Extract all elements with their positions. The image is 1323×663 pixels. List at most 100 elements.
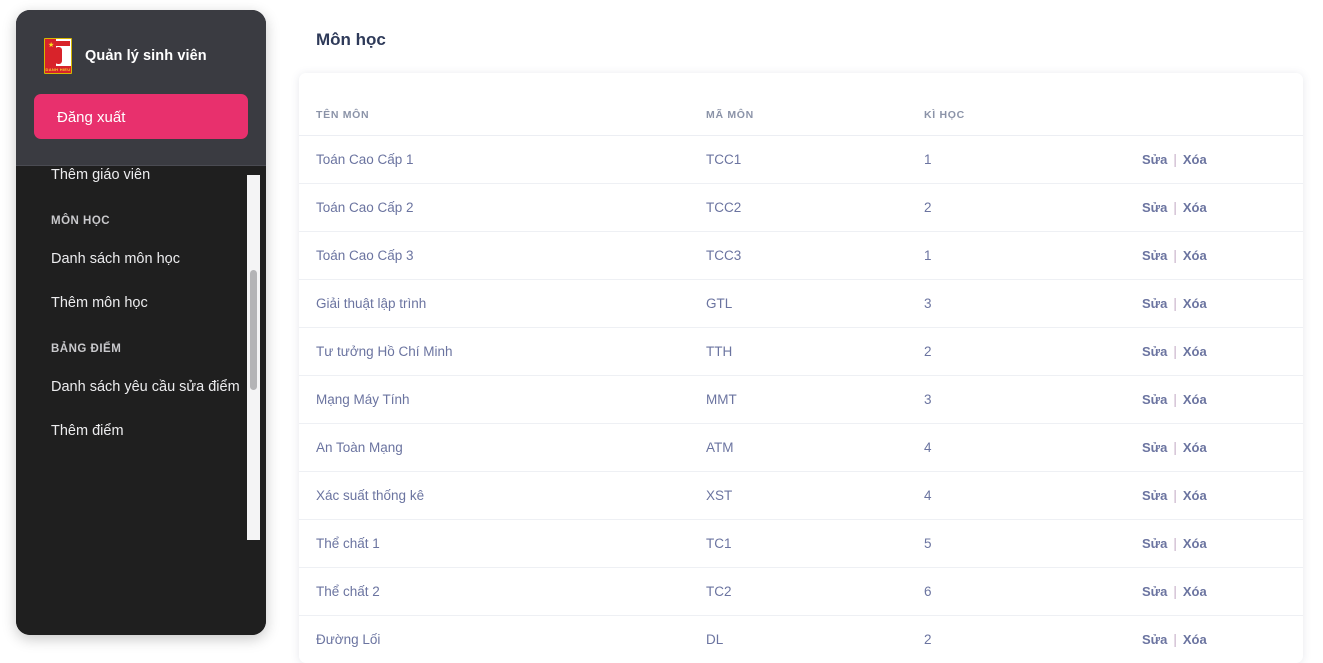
table-header-row: TÊN MÔN MÃ MÔN KÌ HỌC	[299, 73, 1303, 136]
cell-code: TCC3	[706, 232, 924, 280]
table-row: Toán Cao Cấp 1TCC11Sửa|Xóa	[299, 136, 1303, 184]
cell-actions: Sửa|Xóa	[1122, 280, 1303, 328]
sidebar-nav-scroll-area[interactable]: Danh sách giáo viên Thêm giáo viên MÔN H…	[16, 166, 266, 635]
cell-name: Thể chất 2	[299, 568, 706, 616]
edit-link[interactable]: Sửa	[1142, 200, 1167, 215]
delete-link[interactable]: Xóa	[1183, 248, 1207, 263]
cell-code: TCC2	[706, 184, 924, 232]
vietnam-flag-emblem-icon: ★ DANH HIEU	[44, 38, 72, 74]
table-row: Thể chất 1TC15Sửa|Xóa	[299, 520, 1303, 568]
cell-code: DL	[706, 616, 924, 663]
cell-code: XST	[706, 472, 924, 520]
column-header-actions	[1122, 73, 1303, 136]
sidebar-item-grade-requests[interactable]: Danh sách yêu cầu sửa điểm	[16, 365, 244, 409]
cell-actions: Sửa|Xóa	[1122, 568, 1303, 616]
sidebar-item-add-teacher[interactable]: Thêm giáo viên	[16, 166, 244, 197]
table-row: Thể chất 2TC26Sửa|Xóa	[299, 568, 1303, 616]
cell-name: Thể chất 1	[299, 520, 706, 568]
action-separator: |	[1167, 440, 1183, 455]
cell-name: Toán Cao Cấp 3	[299, 232, 706, 280]
cell-name: Đường Lối	[299, 616, 706, 663]
action-separator: |	[1167, 536, 1183, 551]
cell-name: An Toàn Mạng	[299, 424, 706, 472]
edit-link[interactable]: Sửa	[1142, 392, 1167, 407]
edit-link[interactable]: Sửa	[1142, 440, 1167, 455]
action-separator: |	[1167, 344, 1183, 359]
cell-actions: Sửa|Xóa	[1122, 184, 1303, 232]
sidebar-scrollbar-thumb[interactable]	[250, 270, 257, 390]
cell-actions: Sửa|Xóa	[1122, 472, 1303, 520]
action-separator: |	[1167, 632, 1183, 647]
sidebar-header: ★ DANH HIEU Quản lý sinh viên Đăng xuất	[16, 10, 266, 166]
edit-link[interactable]: Sửa	[1142, 344, 1167, 359]
cell-name: Xác suất thống kê	[299, 472, 706, 520]
delete-link[interactable]: Xóa	[1183, 152, 1207, 167]
delete-link[interactable]: Xóa	[1183, 200, 1207, 215]
table-head: TÊN MÔN MÃ MÔN KÌ HỌC	[299, 73, 1303, 136]
edit-link[interactable]: Sửa	[1142, 584, 1167, 599]
cell-code: MMT	[706, 376, 924, 424]
delete-link[interactable]: Xóa	[1183, 488, 1207, 503]
sidebar-item-add-grade[interactable]: Thêm điểm	[16, 409, 244, 453]
subjects-table-card: TÊN MÔN MÃ MÔN KÌ HỌC Toán Cao Cấp 1TCC1…	[299, 73, 1303, 663]
action-separator: |	[1167, 488, 1183, 503]
cell-actions: Sửa|Xóa	[1122, 376, 1303, 424]
cell-name: Tư tưởng Hồ Chí Minh	[299, 328, 706, 376]
delete-link[interactable]: Xóa	[1183, 536, 1207, 551]
sidebar-item-add-subject[interactable]: Thêm môn học	[16, 281, 244, 325]
delete-link[interactable]: Xóa	[1183, 440, 1207, 455]
delete-link[interactable]: Xóa	[1183, 392, 1207, 407]
table-row: Toán Cao Cấp 2TCC22Sửa|Xóa	[299, 184, 1303, 232]
table-row: An Toàn MạngATM4Sửa|Xóa	[299, 424, 1303, 472]
cell-code: TCC1	[706, 136, 924, 184]
cell-name: Toán Cao Cấp 1	[299, 136, 706, 184]
action-separator: |	[1167, 392, 1183, 407]
edit-link[interactable]: Sửa	[1142, 296, 1167, 311]
cell-name: Giải thuật lập trình	[299, 280, 706, 328]
action-separator: |	[1167, 152, 1183, 167]
brand-title: Quản lý sinh viên	[85, 48, 207, 64]
cell-term: 2	[924, 184, 1122, 232]
sidebar-scrollbar-track[interactable]	[247, 175, 260, 540]
column-header-name: TÊN MÔN	[299, 73, 706, 136]
cell-actions: Sửa|Xóa	[1122, 232, 1303, 280]
table-row: Toán Cao Cấp 3TCC31Sửa|Xóa	[299, 232, 1303, 280]
sidebar: ★ DANH HIEU Quản lý sinh viên Đăng xuất …	[16, 10, 266, 635]
edit-link[interactable]: Sửa	[1142, 152, 1167, 167]
main-content: Môn học TÊN MÔN MÃ MÔN KÌ HỌC Toán Cao C…	[290, 0, 1323, 650]
cell-code: GTL	[706, 280, 924, 328]
edit-link[interactable]: Sửa	[1142, 248, 1167, 263]
edit-link[interactable]: Sửa	[1142, 488, 1167, 503]
cell-code: TTH	[706, 328, 924, 376]
cell-actions: Sửa|Xóa	[1122, 136, 1303, 184]
action-separator: |	[1167, 584, 1183, 599]
cell-term: 4	[924, 424, 1122, 472]
cell-term: 1	[924, 136, 1122, 184]
page-title: Môn học	[290, 0, 1323, 50]
action-separator: |	[1167, 296, 1183, 311]
cell-term: 5	[924, 520, 1122, 568]
cell-term: 3	[924, 280, 1122, 328]
table-row: Tư tưởng Hồ Chí MinhTTH2Sửa|Xóa	[299, 328, 1303, 376]
edit-link[interactable]: Sửa	[1142, 536, 1167, 551]
cell-code: ATM	[706, 424, 924, 472]
cell-actions: Sửa|Xóa	[1122, 328, 1303, 376]
edit-link[interactable]: Sửa	[1142, 632, 1167, 647]
logout-button[interactable]: Đăng xuất	[34, 94, 248, 139]
delete-link[interactable]: Xóa	[1183, 344, 1207, 359]
cell-actions: Sửa|Xóa	[1122, 424, 1303, 472]
delete-link[interactable]: Xóa	[1183, 632, 1207, 647]
cell-actions: Sửa|Xóa	[1122, 520, 1303, 568]
cell-actions: Sửa|Xóa	[1122, 616, 1303, 663]
sidebar-item-subject-list[interactable]: Danh sách môn học	[16, 237, 244, 281]
table-row: Mạng Máy TínhMMT3Sửa|Xóa	[299, 376, 1303, 424]
brand: ★ DANH HIEU Quản lý sinh viên	[16, 10, 266, 74]
cell-term: 2	[924, 328, 1122, 376]
delete-link[interactable]: Xóa	[1183, 584, 1207, 599]
cell-code: TC2	[706, 568, 924, 616]
column-header-code: MÃ MÔN	[706, 73, 924, 136]
cell-term: 6	[924, 568, 1122, 616]
table-body: Toán Cao Cấp 1TCC11Sửa|XóaToán Cao Cấp 2…	[299, 136, 1303, 663]
delete-link[interactable]: Xóa	[1183, 296, 1207, 311]
cell-term: 3	[924, 376, 1122, 424]
